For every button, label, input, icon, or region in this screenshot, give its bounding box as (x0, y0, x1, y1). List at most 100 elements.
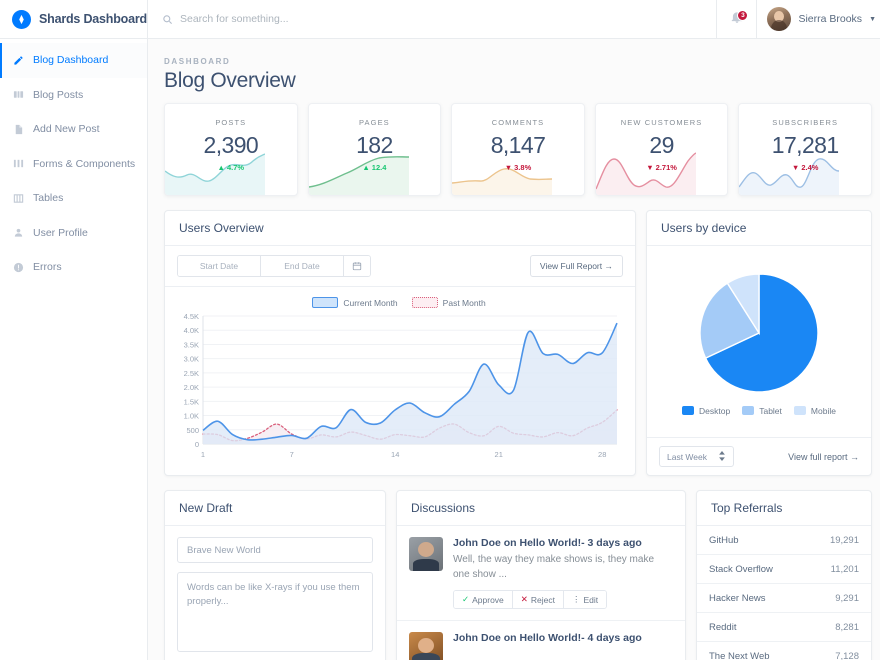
view-full-report-button[interactable]: View Full Report → (530, 255, 623, 277)
sidebar-item-blog-posts[interactable]: Blog Posts (0, 78, 147, 113)
top-referrals-card: Top Referrals GitHub 19,291 Stack Overfl… (696, 490, 872, 660)
stat-card-comments[interactable]: COMMENTS 8,147 ▼ 3.8% (451, 103, 585, 196)
referral-value: 7,128 (835, 651, 859, 660)
topbar: 3 Sierra Brooks ▼ (148, 0, 880, 39)
legend-label: Current Month (343, 298, 397, 308)
svg-text:500: 500 (186, 426, 199, 435)
user-menu[interactable]: Sierra Brooks ▼ (757, 0, 880, 38)
approve-button[interactable]: ✓ Approve (454, 591, 513, 608)
edit-button[interactable]: ⋮ Edit (564, 591, 606, 608)
list-item[interactable]: John Doe on Hello World!- 4 days ago (397, 621, 685, 660)
svg-text:4.5K: 4.5K (184, 312, 199, 321)
sidebar-item-blog-dashboard[interactable]: Blog Dashboard (0, 43, 147, 78)
sidebar-item-label: Errors (33, 261, 62, 273)
legend-item-desktop[interactable]: Desktop (682, 406, 730, 416)
trend-down-icon: ▼ (646, 163, 653, 172)
page-header: DASHBOARD Blog Overview (164, 53, 872, 103)
users-overview-card: Users Overview View Full Report → (164, 210, 636, 476)
users-by-device-chart[interactable] (698, 272, 820, 394)
user-name: Sierra Brooks (798, 13, 862, 25)
discussion-body: John Doe on Hello World!- 3 days ago Wel… (453, 537, 673, 609)
sidebar-item-tables[interactable]: Tables (0, 181, 147, 216)
list-item[interactable]: John Doe on Hello World!- 3 days ago Wel… (397, 526, 685, 621)
trend-up-icon: ▲ (362, 163, 369, 172)
sidebar-nav: Blog Dashboard Blog Posts Add New Post F… (0, 39, 147, 285)
chart-legend: Current Month Past Month (173, 293, 625, 310)
stat-change-value: 4.7% (227, 163, 244, 172)
legend-label: Desktop (699, 406, 730, 416)
legend-item-mobile[interactable]: Mobile (794, 406, 836, 416)
sidebar-item-user-profile[interactable]: User Profile (0, 216, 147, 251)
pie-legend: Desktop Tablet Mobile (682, 406, 836, 416)
users-overview-chart[interactable]: 05001.0K1.5K2.0K2.5K3.0K3.5K4.0K4.5K1714… (173, 310, 625, 462)
sidebar-item-errors[interactable]: Errors (0, 250, 147, 285)
svg-text:1.5K: 1.5K (184, 397, 199, 406)
sidebar: Shards Dashboard Blog Dashboard Blog Pos… (0, 0, 148, 660)
sparkline-comments (452, 149, 552, 195)
stat-change-value: 2.71% (656, 163, 677, 172)
calendar-icon[interactable] (344, 256, 370, 276)
pie-chart-area: Desktop Tablet Mobile (647, 246, 871, 437)
sidebar-item-add-new-post[interactable]: Add New Post (0, 112, 147, 147)
card-header: Top Referrals (697, 491, 871, 526)
card-title: Discussions (411, 501, 671, 515)
card-header: Users Overview (165, 211, 635, 246)
table-row[interactable]: The Next Web 7,128 (697, 642, 871, 660)
legend-item-current-month[interactable]: Current Month (312, 297, 397, 308)
stat-label: COMMENTS (492, 118, 545, 127)
discussion-title: John Doe on Hello World!- 4 days ago (453, 632, 673, 644)
sidebar-item-label: Tables (33, 192, 63, 204)
sidebar-item-label: Forms & Components (33, 158, 135, 170)
draft-body-textarea[interactable] (177, 572, 373, 652)
chevron-down-icon: ▼ (869, 16, 876, 23)
referral-source: GitHub (709, 535, 739, 546)
card-title: Users by device (661, 221, 857, 235)
table-row[interactable]: GitHub 19,291 (697, 526, 871, 555)
stat-card-pages[interactable]: PAGES 182 ▲ 12.4 (308, 103, 442, 196)
avatar (767, 7, 791, 31)
end-date-input[interactable] (261, 256, 343, 276)
list-icon (12, 89, 24, 101)
legend-label: Mobile (811, 406, 836, 416)
sidebar-item-label: Blog Dashboard (33, 54, 108, 66)
stat-change: ▼ 2.71% (646, 163, 677, 172)
draft-title-input[interactable] (177, 537, 373, 563)
device-card-footer: Last Week View full report → (647, 437, 871, 475)
card-header: New Draft (165, 491, 385, 526)
stat-card-new-customers[interactable]: NEW CUSTOMERS 29 ▼ 2.71% (595, 103, 729, 196)
sparkline-subscribers (739, 149, 839, 195)
legend-swatch-desktop (682, 406, 694, 415)
table-row[interactable]: Hacker News 9,291 (697, 584, 871, 613)
legend-item-tablet[interactable]: Tablet (742, 406, 782, 416)
sidebar-item-forms-components[interactable]: Forms & Components (0, 147, 147, 182)
reject-button[interactable]: ✕ Reject (513, 591, 564, 608)
table-row[interactable]: Reddit 8,281 (697, 613, 871, 642)
stat-card-subscribers[interactable]: SUBSCRIBERS 17,281 ▼ 2.4% (738, 103, 872, 196)
start-date-input[interactable] (178, 256, 260, 276)
stat-change-value: 3.8% (514, 163, 531, 172)
referral-source: Hacker News (709, 593, 766, 604)
search-input[interactable] (180, 13, 702, 25)
table-icon (12, 192, 24, 204)
notifications-button[interactable]: 3 (717, 0, 756, 38)
referral-value: 8,281 (835, 622, 859, 633)
referral-source: The Next Web (709, 651, 770, 660)
page-content: DASHBOARD Blog Overview POSTS 2,390 ▲ 4.… (148, 39, 880, 660)
legend-label: Past Month (443, 298, 486, 308)
stat-card-posts[interactable]: POSTS 2,390 ▲ 4.7% (164, 103, 298, 196)
view-full-report-link[interactable]: View full report → (788, 452, 859, 462)
stat-label: POSTS (215, 118, 246, 127)
reject-label: Reject (531, 595, 555, 605)
svg-text:7: 7 (290, 450, 294, 459)
period-select[interactable]: Last Week (659, 446, 734, 467)
legend-item-past-month[interactable]: Past Month (412, 297, 486, 308)
main-area: 3 Sierra Brooks ▼ DASHBOARD Blog Overvie… (148, 0, 880, 660)
svg-text:28: 28 (598, 450, 606, 459)
grid-icon (12, 158, 24, 170)
search-container[interactable] (148, 0, 716, 38)
svg-text:4.0K: 4.0K (184, 326, 199, 335)
table-row[interactable]: Stack Overflow 11,201 (697, 555, 871, 584)
stat-change-value: 12.4 (372, 163, 387, 172)
trend-up-icon: ▲ (218, 163, 225, 172)
brand[interactable]: Shards Dashboard (0, 0, 147, 39)
